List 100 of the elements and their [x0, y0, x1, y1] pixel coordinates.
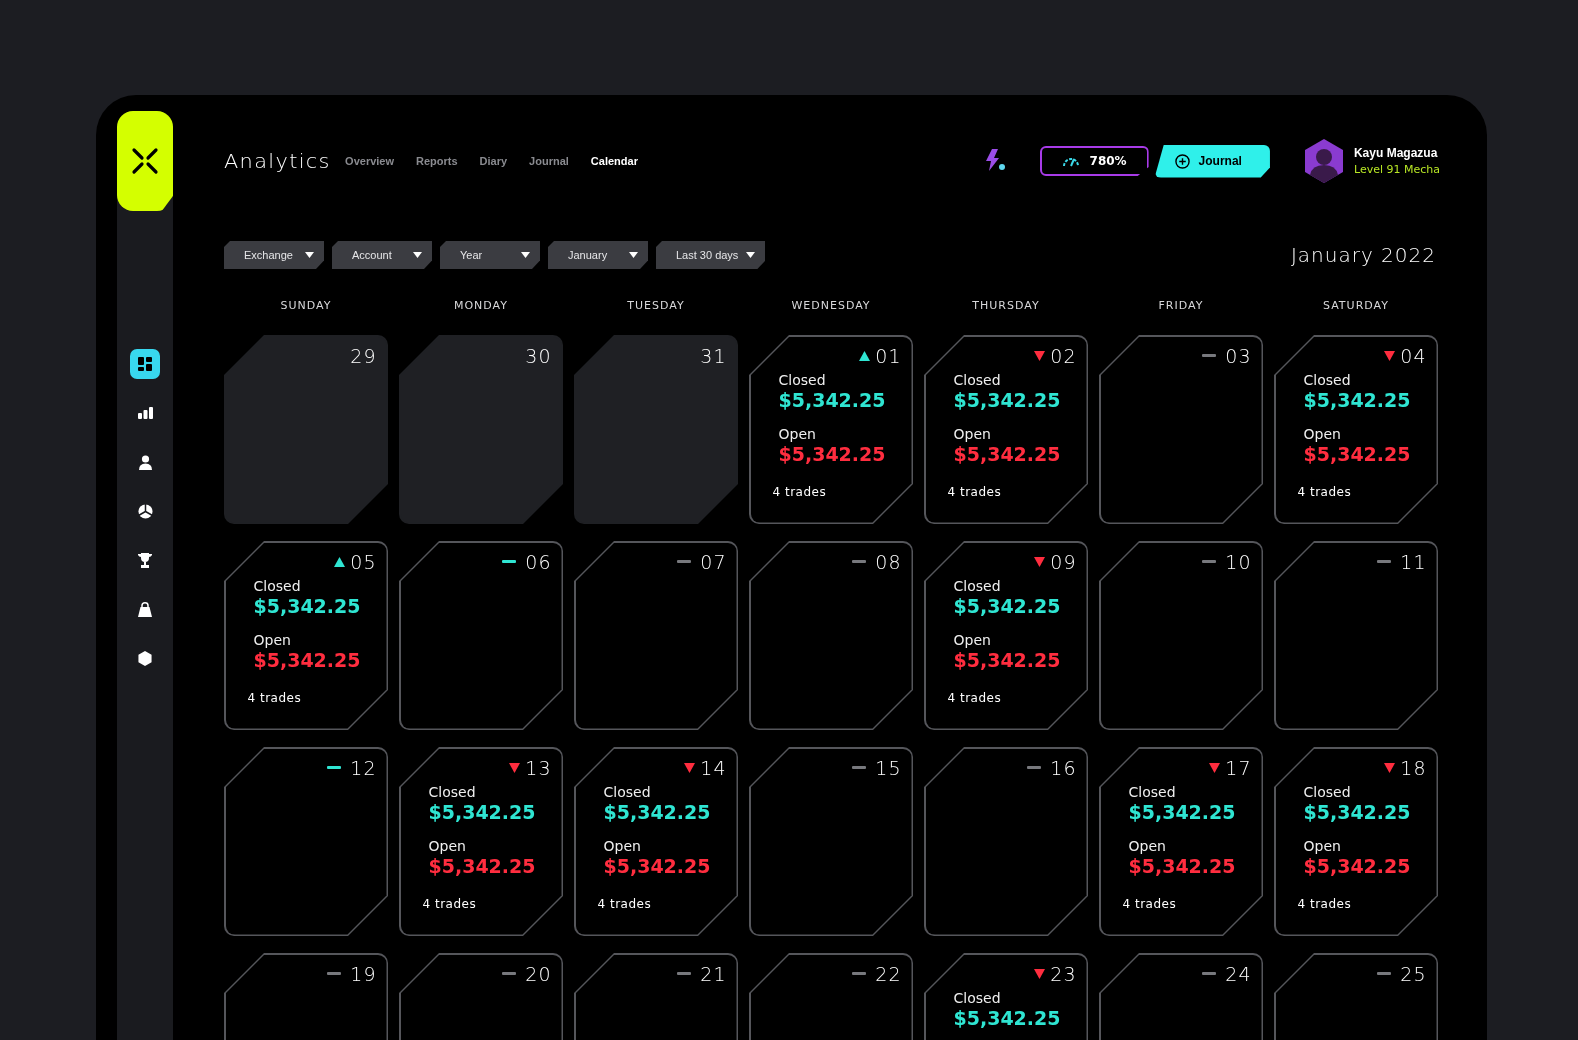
avatar[interactable] — [1303, 139, 1344, 183]
day-number: 12 — [350, 756, 377, 779]
day-cell[interactable]: 03 — [1099, 335, 1263, 524]
caret-icon — [413, 252, 422, 258]
weekday-header: FRIDAY — [1157, 298, 1205, 312]
caret-icon — [746, 252, 756, 258]
open-amount: $5,342.25 — [1128, 854, 1237, 877]
day-number: 10 — [1225, 550, 1252, 573]
day-cell[interactable]: 02 Closed $5,342.25 Open $5,342.25 4 trades — [924, 335, 1088, 524]
trade-count: 4 trades — [947, 484, 1003, 499]
day-cell[interactable]: 07 — [574, 541, 738, 730]
day-cell[interactable]: 23 Closed $5,342.25 — [924, 953, 1088, 1040]
filter-dropdown[interactable]: Account — [332, 241, 432, 269]
journal-button[interactable]: Journal — [1154, 144, 1270, 178]
closed-label: Closed — [1128, 783, 1177, 800]
logo[interactable] — [117, 111, 173, 211]
closed-amount: $5,342.25 — [428, 800, 537, 823]
nav-tab[interactable]: Calendar — [590, 155, 638, 167]
filter-dropdown[interactable]: Exchange — [224, 241, 324, 269]
trade-count: 4 trades — [1297, 484, 1353, 499]
trade-count: 4 trades — [772, 484, 828, 499]
day-number: 11 — [1400, 550, 1427, 573]
trade-count: 4 trades — [1122, 896, 1178, 911]
nav-tab[interactable]: Diary — [479, 155, 508, 167]
page-title: Analytics — [224, 150, 331, 172]
closed-label: Closed — [953, 371, 1002, 388]
day-cell[interactable]: 08 — [749, 541, 913, 730]
day-cell[interactable]: 22 — [749, 953, 913, 1040]
day-number: 20 — [525, 962, 552, 985]
weekday-header: SUNDAY — [279, 298, 333, 312]
day-cell[interactable]: 09 Closed $5,342.25 Open $5,342.25 4 trades — [924, 541, 1088, 730]
open-label: Open — [603, 837, 642, 854]
day-cell[interactable]: 04 Closed $5,342.25 Open $5,342.25 4 trades — [1274, 335, 1438, 524]
hexagon-icon — [138, 650, 152, 666]
closed-amount: $5,342.25 — [1128, 800, 1237, 823]
nav-tab[interactable]: Overview — [345, 155, 394, 167]
day-cell[interactable]: 18 Closed $5,342.25 Open $5,342.25 4 trades — [1274, 747, 1438, 936]
day-number: 14 — [700, 756, 727, 779]
day-cell[interactable]: 19 — [224, 953, 388, 1040]
pie-chart-icon — [137, 503, 153, 519]
day-number: 30 — [525, 344, 552, 367]
day-cell[interactable]: 30 — [399, 335, 563, 524]
bag-icon — [138, 601, 152, 617]
filter-dropdown[interactable]: January — [548, 241, 648, 269]
day-cell[interactable]: 17 Closed $5,342.25 Open $5,342.25 4 trades — [1099, 747, 1263, 936]
closed-amount: $5,342.25 — [953, 1006, 1062, 1029]
day-cell[interactable]: 21 — [574, 953, 738, 1040]
day-number: 31 — [700, 344, 727, 367]
closed-amount: $5,342.25 — [1303, 800, 1412, 823]
day-cell[interactable]: 29 — [224, 335, 388, 524]
day-cell[interactable]: 16 — [924, 747, 1088, 936]
closed-label: Closed — [953, 577, 1002, 594]
day-number: 22 — [875, 962, 902, 985]
closed-label: Closed — [253, 577, 302, 594]
closed-amount: $5,342.25 — [953, 594, 1062, 617]
day-number: 01 — [875, 344, 902, 367]
day-number: 05 — [350, 550, 377, 573]
open-label: Open — [953, 425, 992, 442]
open-label: Open — [1128, 837, 1167, 854]
day-cell[interactable]: 06 — [399, 541, 563, 730]
open-amount: $5,342.25 — [603, 854, 712, 877]
sidebar-item[interactable] — [130, 349, 160, 379]
weekday-header: TUESDAY — [626, 298, 686, 312]
stat-chip: 780% — [1039, 146, 1149, 176]
weekday-header: MONDAY — [452, 298, 509, 312]
closed-amount: $5,342.25 — [953, 388, 1062, 411]
day-cell[interactable]: 25 — [1274, 953, 1438, 1040]
day-cell[interactable]: 05 Closed $5,342.25 Open $5,342.25 4 trades — [224, 541, 388, 730]
day-cell[interactable]: 14 Closed $5,342.25 Open $5,342.25 4 trades — [574, 747, 738, 936]
day-cell[interactable]: 10 — [1099, 541, 1263, 730]
day-cell[interactable]: 12 — [224, 747, 388, 936]
closed-amount: $5,342.25 — [253, 594, 362, 617]
day-cell[interactable]: 11 — [1274, 541, 1438, 730]
trophy-icon — [138, 552, 152, 568]
closed-amount: $5,342.25 — [1303, 388, 1412, 411]
day-cell[interactable]: 15 — [749, 747, 913, 936]
lightning-icon[interactable] — [983, 149, 1006, 173]
open-label: Open — [1303, 837, 1342, 854]
closed-label: Closed — [1303, 783, 1352, 800]
day-cell[interactable]: 13 Closed $5,342.25 Open $5,342.25 4 trades — [399, 747, 563, 936]
weekday-header: SATURDAY — [1322, 298, 1390, 312]
day-number: 08 — [875, 550, 902, 573]
closed-label: Closed — [953, 989, 1002, 1006]
day-cell[interactable]: 01 Closed $5,342.25 Open $5,342.25 4 trades — [749, 335, 913, 524]
day-cell[interactable]: 31 — [574, 335, 738, 524]
trade-count: 4 trades — [1297, 896, 1353, 911]
day-number: 19 — [350, 962, 377, 985]
day-cell[interactable]: 20 — [399, 953, 563, 1040]
day-number: 13 — [525, 756, 552, 779]
day-cell[interactable]: 24 — [1099, 953, 1263, 1040]
filter-dropdown[interactable]: Last 30 days — [656, 241, 766, 269]
weekday-header: THURSDAY — [971, 298, 1041, 312]
filter-dropdown[interactable]: Year — [440, 241, 540, 269]
open-label: Open — [953, 631, 992, 648]
open-label: Open — [1303, 425, 1342, 442]
nav-tab[interactable]: Reports — [416, 155, 458, 167]
day-number: 15 — [875, 756, 902, 779]
nav-tab[interactable]: Journal — [529, 155, 569, 167]
closed-label: Closed — [428, 783, 477, 800]
day-number: 25 — [1400, 962, 1427, 985]
